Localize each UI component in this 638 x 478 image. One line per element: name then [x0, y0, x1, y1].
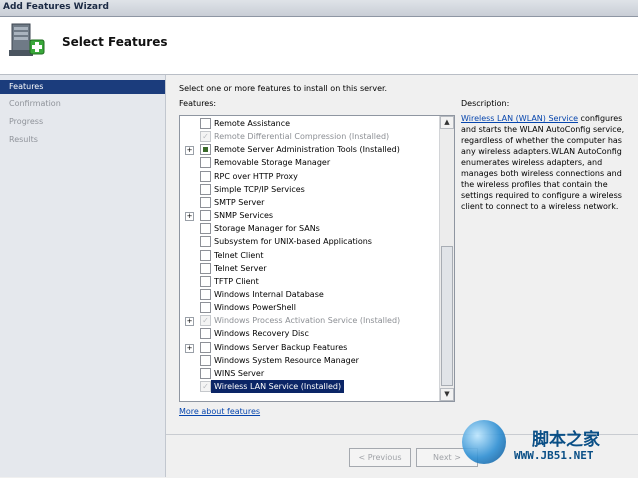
feature-row[interactable]: ✓ Remote Differential Compression (Instal… [180, 130, 438, 143]
feature-label[interactable]: SNMP Services [214, 209, 273, 222]
feature-checkbox: ✓ [200, 131, 211, 143]
feature-label[interactable]: Removable Storage Manager [214, 156, 330, 169]
feature-checkbox: ✓ [200, 381, 211, 392]
feature-row[interactable]: Windows Internal Database [180, 288, 438, 301]
feature-row[interactable]: + Windows Server Backup Features [180, 341, 438, 354]
feature-label[interactable]: Wireless LAN Service (Installed) [211, 380, 345, 393]
feature-label[interactable]: WINS Server [214, 367, 264, 380]
watermark: 脚本之家 WWW.JB51.NET [462, 420, 638, 477]
more-about-features-link[interactable]: More about features [179, 407, 260, 416]
feature-label[interactable]: Simple TCP/IP Services [214, 183, 305, 196]
feature-checkbox[interactable] [200, 236, 211, 248]
feature-checkbox[interactable] [200, 367, 211, 379]
previous-button[interactable]: < Previous [349, 448, 411, 467]
features-scrollbar[interactable]: ▲ ▼ [439, 116, 454, 401]
feature-label[interactable]: Windows Recovery Disc [214, 327, 309, 340]
scroll-thumb[interactable] [441, 246, 453, 386]
feature-checkbox[interactable] [200, 223, 211, 235]
feature-checkbox[interactable] [200, 302, 211, 314]
feature-checkbox[interactable] [200, 183, 211, 195]
feature-label[interactable]: Remote Server Administration Tools (Inst… [214, 143, 400, 156]
feature-checkbox[interactable] [200, 341, 211, 353]
feature-row[interactable]: Subsystem for UNIX-based Applications [180, 235, 438, 248]
feature-checkbox[interactable] [200, 196, 211, 208]
feature-label[interactable]: TFTP Client [214, 275, 259, 288]
feature-checkbox[interactable] [200, 157, 211, 169]
feature-checkbox[interactable] [200, 288, 211, 300]
description-body: configures and starts the WLAN AutoConfi… [461, 114, 625, 211]
feature-row[interactable]: Storage Manager for SANs [180, 222, 438, 235]
nav-item-confirmation: Confirmation [9, 99, 61, 108]
feature-row[interactable]: Simple TCP/IP Services [180, 183, 438, 196]
feature-row[interactable]: + Remote Server Administration Tools (Ins… [180, 143, 438, 156]
feature-label[interactable]: SMTP Server [214, 196, 264, 209]
feature-row[interactable]: Windows System Resource Manager [180, 354, 438, 367]
feature-label[interactable]: Storage Manager for SANs [214, 222, 320, 235]
expand-icon[interactable]: + [185, 317, 194, 327]
description-text: Wireless LAN (WLAN) Service configures a… [461, 113, 631, 212]
expand-icon[interactable]: + [185, 146, 194, 156]
watermark-url: WWW.JB51.NET [514, 449, 594, 462]
feature-label[interactable]: Subsystem for UNIX-based Applications [214, 235, 372, 248]
feature-label[interactable]: Windows Server Backup Features [214, 341, 347, 354]
feature-row[interactable]: ✓ Wireless LAN Service (Installed) [180, 380, 438, 393]
feature-row[interactable]: WINS Server [180, 367, 438, 380]
feature-row[interactable]: Telnet Client [180, 249, 438, 262]
feature-label[interactable]: Windows Process Activation Service (Inst… [214, 314, 400, 327]
page-title: Select Features [62, 35, 168, 49]
scroll-down-icon[interactable]: ▼ [440, 388, 454, 401]
wizard-steps-nav: Features Confirmation Progress Results [0, 75, 166, 477]
feature-checkbox[interactable] [200, 210, 211, 222]
feature-label[interactable]: RPC over HTTP Proxy [214, 170, 298, 183]
feature-checkbox[interactable] [200, 249, 211, 261]
feature-row[interactable]: SMTP Server [180, 196, 438, 209]
feature-row[interactable]: Windows Recovery Disc [180, 327, 438, 340]
feature-checkbox: ✓ [200, 315, 211, 327]
feature-row[interactable]: TFTP Client [180, 275, 438, 288]
main-content: Select one or more features to install o… [166, 75, 638, 477]
expand-icon[interactable]: + [185, 343, 194, 353]
feature-label[interactable]: Windows System Resource Manager [214, 354, 359, 367]
feature-checkbox[interactable] [200, 118, 211, 129]
scroll-up-icon[interactable]: ▲ [440, 116, 454, 129]
feature-row[interactable]: Removable Storage Manager [180, 156, 438, 169]
feature-checkbox[interactable] [200, 170, 211, 182]
feature-checkbox[interactable] [200, 144, 211, 156]
feature-row[interactable]: + ✓ Windows Process Activation Service (In… [180, 314, 438, 327]
feature-label[interactable]: Telnet Server [214, 262, 267, 275]
feature-checkbox[interactable] [200, 354, 211, 366]
feature-label[interactable]: Windows PowerShell [214, 301, 296, 314]
features-label: Features: [179, 99, 217, 108]
watermark-text: 脚本之家 [532, 430, 600, 450]
expand-icon[interactable]: + [185, 212, 194, 222]
instructions-text: Select one or more features to install o… [179, 84, 388, 93]
features-tree[interactable]: Remote Assistance ✓ Remote Differential Co… [179, 115, 455, 402]
feature-label[interactable]: Telnet Client [214, 249, 264, 262]
feature-checkbox[interactable] [200, 328, 211, 340]
description-link[interactable]: Wireless LAN (WLAN) Service [461, 114, 578, 123]
wizard-header: Select Features [0, 17, 638, 75]
feature-row[interactable]: RPC over HTTP Proxy [180, 170, 438, 183]
watermark-logo-icon [462, 420, 506, 464]
server-features-icon [9, 23, 45, 56]
window-title: Add Features Wizard [3, 2, 109, 12]
nav-item-progress: Progress [9, 117, 44, 126]
feature-row[interactable]: Remote Assistance [180, 117, 438, 130]
feature-label[interactable]: Remote Assistance [214, 117, 290, 130]
feature-label[interactable]: Remote Differential Compression (Install… [214, 130, 389, 143]
feature-checkbox[interactable] [200, 262, 211, 274]
nav-item-features[interactable]: Features [0, 80, 165, 94]
feature-checkbox[interactable] [200, 275, 211, 287]
feature-label[interactable]: Windows Internal Database [214, 288, 324, 301]
feature-row[interactable]: Windows PowerShell [180, 301, 438, 314]
feature-row[interactable]: + SNMP Services [180, 209, 438, 222]
feature-row[interactable]: Telnet Server [180, 262, 438, 275]
nav-item-results: Results [9, 135, 38, 144]
description-label: Description: [461, 99, 510, 108]
title-bar: Add Features Wizard [0, 0, 638, 17]
